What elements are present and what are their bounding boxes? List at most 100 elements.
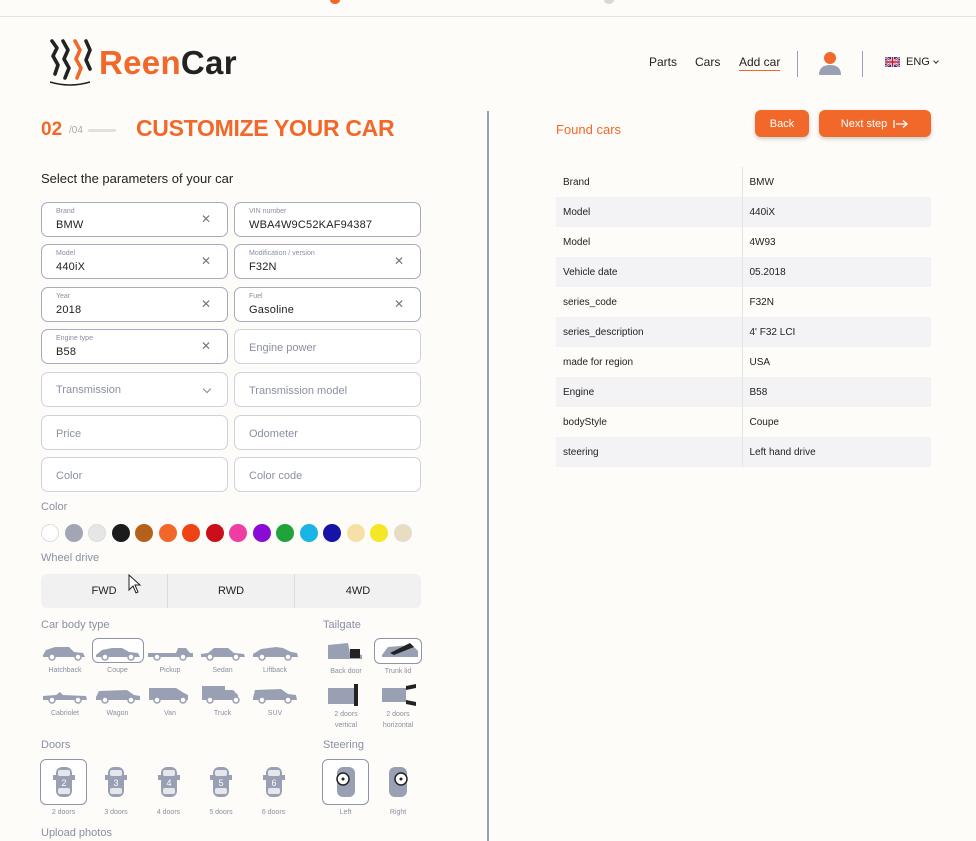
color-swatch[interactable] xyxy=(88,524,106,542)
color-swatch[interactable] xyxy=(205,524,224,542)
chevron-down-icon xyxy=(933,57,939,64)
wheel-drive-fwd[interactable]: FWD xyxy=(41,574,168,608)
steering-right[interactable]: Right xyxy=(375,759,422,818)
year-field[interactable]: Year 2018 ✕ xyxy=(41,287,228,322)
brand-field-value: BMW xyxy=(56,219,84,231)
engine-type-field[interactable]: Engine type B58 ✕ xyxy=(41,329,228,364)
car-sedan-icon xyxy=(200,647,245,661)
doors-label: Doors xyxy=(41,739,71,751)
color-field[interactable]: Color xyxy=(41,457,228,492)
color-swatch[interactable] xyxy=(346,524,365,542)
user-icon[interactable] xyxy=(818,51,842,80)
clear-icon[interactable]: ✕ xyxy=(394,255,404,267)
clear-icon[interactable]: ✕ xyxy=(201,213,211,225)
doors-caption: 4 doors xyxy=(156,809,181,816)
color-swatch[interactable] xyxy=(323,524,341,542)
table-cell-key: bodyStyle xyxy=(556,407,743,437)
table-cell-value: F32N xyxy=(749,296,774,308)
nav-add-car[interactable]: Add car xyxy=(739,55,781,71)
color-swatch[interactable] xyxy=(229,524,247,542)
body-type-wagon[interactable]: Wagon xyxy=(92,681,144,719)
table-cell-value: USA xyxy=(749,356,771,368)
odometer-field[interactable]: Odometer xyxy=(234,415,421,450)
next-step-button[interactable]: Next step xyxy=(819,110,931,137)
clear-icon[interactable]: ✕ xyxy=(201,298,211,310)
tailgate-2-doors-horizontal[interactable]: 2 doors horizontal xyxy=(374,681,422,731)
body-type-pickup[interactable]: Pickup xyxy=(144,638,196,676)
model-field[interactable]: Model 440iX ✕ xyxy=(41,244,228,279)
table-row: made for region USA xyxy=(556,347,931,377)
steering-wheel-icon xyxy=(389,767,408,797)
body-type-truck[interactable]: Truck xyxy=(197,681,249,719)
car-hatch-icon xyxy=(43,646,85,661)
tailgate-2-doors-horizontal-icon xyxy=(382,684,416,706)
table-cell-value: 440iX xyxy=(742,197,931,227)
doors-4-doors[interactable]: 4 4 doors xyxy=(145,759,192,818)
vin-field[interactable]: VIN number WBA4W9C52KAF94387 xyxy=(234,202,421,237)
brand-field-label: Brand xyxy=(56,208,75,215)
body-type-hatchback[interactable]: Hatchback xyxy=(39,638,91,676)
tailgate-2-doors-vertical[interactable]: 2 doors vertical xyxy=(322,681,370,731)
body-type-caption: Sedan xyxy=(212,667,233,674)
tailgate-caption: 2 doors horizontal xyxy=(382,711,414,729)
wheel-drive-rwd[interactable]: RWD xyxy=(168,574,295,608)
tailgate-trunk-lid-icon xyxy=(382,643,418,657)
clear-icon[interactable]: ✕ xyxy=(394,298,404,310)
body-type-sedan[interactable]: Sedan xyxy=(197,638,249,676)
fuel-field-value: Gasoline xyxy=(249,304,295,316)
color-swatch[interactable] xyxy=(252,524,271,542)
back-button[interactable]: Back xyxy=(755,110,809,137)
body-type-suv[interactable]: SUV xyxy=(249,681,301,719)
car-top-view-icon: 6 xyxy=(262,767,285,797)
doors-3-doors[interactable]: 3 3 doors xyxy=(93,759,140,818)
color-swatch[interactable] xyxy=(370,524,388,542)
table-cell-value: 4W93 xyxy=(749,236,776,248)
transmission-select[interactable]: Transmission xyxy=(41,372,228,407)
fuel-field-label: Fuel xyxy=(249,293,263,300)
wheel-drive-4wd[interactable]: 4WD xyxy=(295,574,421,608)
doors-2-doors[interactable]: 2 2 doors xyxy=(40,759,87,818)
table-cell-key: steering xyxy=(556,437,743,467)
car-top-view-icon: 3 xyxy=(105,767,127,797)
color-swatch[interactable] xyxy=(64,524,83,542)
doors-5-doors[interactable]: 5 5 doors xyxy=(198,759,245,818)
table-row: series_description 4' F32 LCI xyxy=(556,317,931,347)
body-type-van[interactable]: Van xyxy=(144,681,196,719)
color-swatch[interactable] xyxy=(182,524,200,542)
color-swatch[interactable] xyxy=(393,524,412,542)
brand-field[interactable]: Brand BMW ✕ xyxy=(41,202,228,237)
color-code-field[interactable]: Color code xyxy=(234,457,421,492)
tailgate-back-door[interactable]: Back door xyxy=(322,638,370,677)
steering-left[interactable]: Left xyxy=(322,759,369,818)
body-type-cabriolet[interactable]: Cabriolet xyxy=(39,681,91,719)
color-swatch[interactable] xyxy=(158,524,177,542)
transmission-model-placeholder: Transmission model xyxy=(249,385,348,397)
table-cell-key: Brand xyxy=(556,167,743,197)
car-suv-icon xyxy=(253,688,297,704)
transmission-model-field[interactable]: Transmission model xyxy=(234,372,421,407)
price-field[interactable]: Price xyxy=(41,415,228,450)
color-swatch[interactable] xyxy=(276,524,294,542)
logo[interactable]: ReenCar xyxy=(47,38,237,88)
engine-power-placeholder: Engine power xyxy=(249,342,317,354)
model-field-label: Model xyxy=(56,250,76,257)
body-type-liftback[interactable]: Liftback xyxy=(249,638,301,676)
tailgate-trunk-lid[interactable]: Trunk lid xyxy=(374,638,422,677)
body-type-coupe[interactable]: Coupe xyxy=(91,638,144,676)
fuel-field[interactable]: Fuel Gasoline ✕ xyxy=(234,287,421,322)
door-count-number: 6 xyxy=(271,778,276,788)
arrow-right-icon xyxy=(893,119,909,128)
color-swatch[interactable] xyxy=(299,524,318,542)
engine-power-field[interactable]: Engine power xyxy=(234,329,421,364)
modification-field[interactable]: Modification / version F32N ✕ xyxy=(234,244,421,279)
top-strip xyxy=(0,0,976,17)
clear-icon[interactable]: ✕ xyxy=(201,340,211,352)
nav-parts[interactable]: Parts xyxy=(649,55,677,69)
clear-icon[interactable]: ✕ xyxy=(201,255,211,267)
nav-cars[interactable]: Cars xyxy=(695,55,720,69)
color-swatch[interactable] xyxy=(135,524,153,542)
color-swatch[interactable] xyxy=(111,524,130,542)
language-selector[interactable]: ENG xyxy=(885,56,939,68)
color-swatch[interactable] xyxy=(41,524,59,542)
doors-6-doors[interactable]: 6 6 doors xyxy=(250,759,297,818)
